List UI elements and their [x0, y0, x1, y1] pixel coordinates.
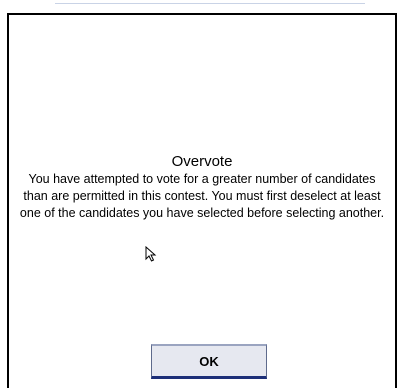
ok-button[interactable]: OK — [151, 344, 267, 379]
background-window-strip — [0, 0, 405, 13]
overvote-dialog: Overvote You have attempted to vote for … — [7, 13, 397, 388]
dialog-message: You have attempted to vote for a greater… — [19, 172, 385, 220]
mouse-pointer-icon — [145, 246, 157, 262]
background-window-edge — [55, 3, 365, 4]
dialog-title: Overvote — [171, 153, 233, 170]
screen: Overvote You have attempted to vote for … — [0, 0, 405, 388]
